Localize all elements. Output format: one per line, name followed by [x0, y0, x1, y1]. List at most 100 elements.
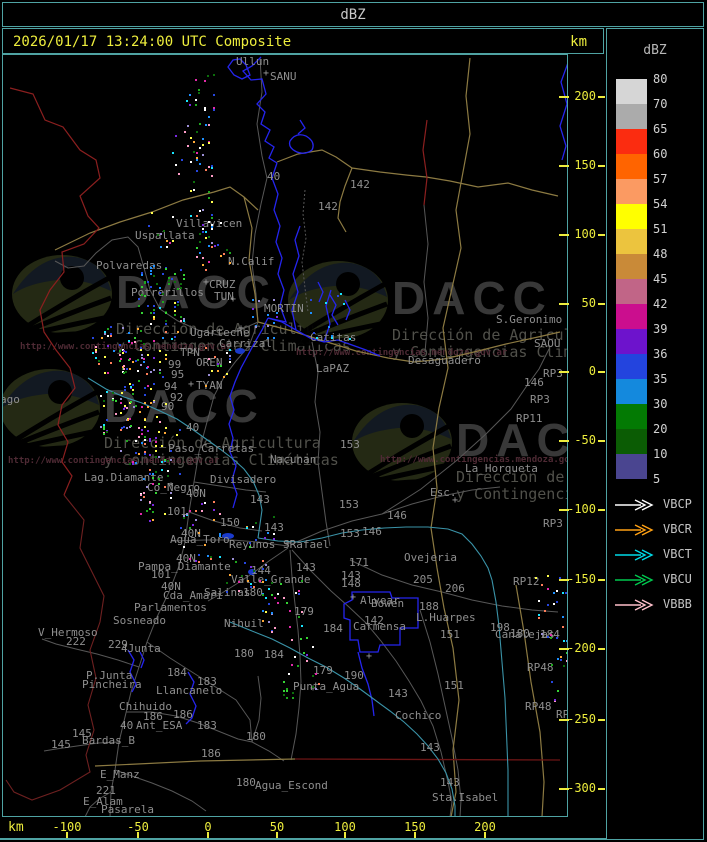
scale-color-box [616, 204, 647, 229]
station-marker: + [263, 68, 269, 79]
legend-panel: dBZ 80 70 65 60 57 54 51 48 45 42 39 36 35 30 20 10 5 VB… [606, 28, 704, 840]
map-place-label: E_Manz [100, 768, 140, 781]
scale-color-box [616, 379, 647, 404]
vector-arrow-icon [615, 499, 654, 511]
map-place-label: 171 [349, 556, 369, 569]
scale-color-box [616, 179, 647, 204]
y-axis-label: 0 [588, 364, 596, 378]
map-place-label: 205 [413, 573, 433, 586]
map-place-label: Sosneado [113, 614, 166, 627]
svg-text:y Contingencias Climáticas: y Contingencias Climáticas [456, 485, 567, 503]
map-place-label: TYAN [196, 379, 223, 392]
map-place-label: Carmensa [353, 620, 406, 633]
scale-value-label: 10 [653, 447, 668, 461]
map-place-label: Agua_Escond [255, 779, 328, 792]
vector-legend-row: VBCR [614, 522, 703, 538]
map-place-label: Reyunos [229, 538, 275, 551]
map-place-label: Desaguadero [408, 354, 481, 367]
y-axis-label: 200 [574, 89, 596, 103]
scale-value-label: 30 [653, 397, 668, 411]
map-place-label: 184 [167, 666, 187, 679]
map-place-label: 186 [201, 747, 221, 760]
map-place-label: 150 [220, 516, 240, 529]
map-place-label: ago [3, 393, 20, 406]
vector-legend-row: VBCP [614, 497, 703, 513]
y-axis-label: -250 [567, 712, 596, 726]
map-place-label: RP48 [525, 700, 552, 713]
page-title: dBZ [340, 7, 366, 23]
y-axis-label: -150 [567, 572, 596, 586]
map-place-label: LaPAZ [316, 362, 349, 375]
map-place-label: 142 [350, 178, 370, 191]
y-axis-label: 50 [581, 296, 596, 310]
map-place-label: Carrizal [219, 337, 272, 350]
y-axis-label: -50 [574, 433, 596, 447]
title-bar: dBZ [2, 2, 704, 27]
radar-map: DACC Dirección de Agricultura y Contingenc… [2, 54, 568, 817]
map-place-label: 179 [313, 664, 333, 677]
map-place-label: 179 [294, 605, 314, 618]
map-place-label: Divisadero [210, 473, 276, 486]
scale-value-label: 36 [653, 347, 668, 361]
scale-value-label: 60 [653, 147, 668, 161]
map-place-label: 40 [120, 719, 133, 732]
map-place-label: 143 [250, 493, 270, 506]
station-marker: * [168, 481, 174, 492]
radar-map-canvas: DACCDirección de Agriculturay Contingenc… [3, 55, 567, 816]
map-place-label: 180 [236, 776, 256, 789]
x-axis-unit-label: km [8, 820, 24, 835]
scale-color-box [616, 229, 647, 254]
scale-color-box [616, 454, 647, 479]
vector-legend-row: VBBB [614, 597, 703, 613]
map-place-label: 40 [267, 170, 280, 183]
scale-color-box [616, 129, 647, 154]
scale-value-label: 39 [653, 322, 668, 336]
map-place-label: 180 [510, 627, 530, 640]
map-place-label: RP11 [516, 412, 543, 425]
vector-legend-row: VBCT [614, 547, 703, 563]
map-place-label: 184 [323, 622, 343, 635]
scale-value-label: 20 [653, 422, 668, 436]
station-marker: + [350, 592, 356, 603]
scale-color-box [616, 404, 647, 429]
y-axis-label: -100 [567, 502, 596, 516]
vector-arrow-icon [615, 524, 654, 536]
station-marker: + [203, 277, 209, 288]
map-place-label: RP48 [527, 661, 554, 674]
map-place-label: Polvaredas [96, 259, 162, 272]
scale-color-box [616, 279, 647, 304]
map-place-label: 153 [339, 498, 359, 511]
map-place-label: Nacunan [270, 453, 316, 466]
map-place-label: 153 [340, 527, 360, 540]
scale-color-box [616, 154, 647, 179]
vector-arrow-icon [615, 599, 654, 611]
svg-text:http://www.contingencias.mendo: http://www.contingencias.mendoza.gov.ar [8, 455, 220, 466]
map-place-label: Ant_ESA [136, 719, 183, 732]
station-marker: + [238, 323, 244, 334]
timestamp-label: 2026/01/17 13:24:00 UTC Composite [13, 34, 292, 50]
map-place-label: Pasarela [101, 803, 154, 816]
vector-legend-row: VBCU [614, 572, 703, 588]
scale-color-box [616, 429, 647, 454]
map-place-label: 4Junta [121, 642, 161, 655]
map-place-label: 146 [362, 525, 382, 538]
map-place-label: 180 [243, 586, 263, 599]
map-place-label: 143 [388, 687, 408, 700]
map-place-label: RP3 [543, 517, 563, 530]
scale-value-label: 51 [653, 222, 668, 236]
vector-label: VBBB [663, 597, 692, 611]
map-place-label: Valle_Grande [231, 573, 310, 586]
scale-color-box [616, 354, 647, 379]
map-place-label: Pampa_Diamante [138, 560, 231, 573]
map-place-label: SAOU [534, 337, 561, 350]
map-place-label: 183 [197, 719, 217, 732]
scale-value-label: 5 [653, 472, 661, 486]
map-place-label: 180 [234, 647, 254, 660]
map-place-label: Nihuil [224, 617, 264, 630]
map-place-label: 142 [318, 200, 338, 213]
scale-color-box [616, 79, 647, 104]
map-place-label: 145 [51, 738, 71, 751]
vector-label: VBCU [663, 572, 692, 586]
map-place-label: N.Calif [228, 255, 274, 268]
map-place-label: 151 [444, 679, 464, 692]
